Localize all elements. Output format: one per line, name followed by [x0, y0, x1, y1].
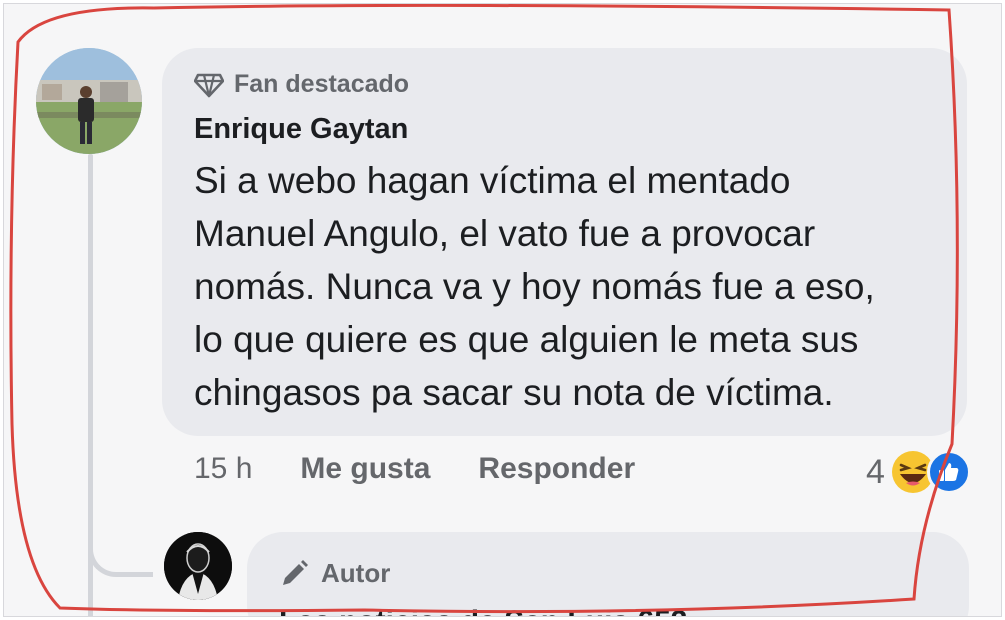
author-badge[interactable]: Autor	[279, 558, 937, 589]
comment-text-line: Manuel Angulo, el vato fue a provocar	[194, 213, 816, 254]
avatar-photo	[36, 48, 142, 154]
comment-text-line: nomás. Nunca va y hoy nomás fue a eso,	[194, 266, 875, 307]
comment-text: Si a webo hagan víctima el mentado Manue…	[194, 154, 954, 419]
reply-avatar[interactable]	[164, 532, 232, 600]
comment-author-name[interactable]: Enrique Gaytan	[194, 113, 935, 146]
reply-author-name[interactable]: Las noticias de San Luis 653	[279, 605, 937, 616]
badge-label: Fan destacado	[234, 70, 410, 98]
comment-text-line: chingasos pa sacar su nota de víctima.	[194, 372, 834, 413]
thumbs-up-glyph	[938, 463, 959, 481]
avatar[interactable]	[36, 48, 142, 154]
reply-avatar-image	[164, 532, 232, 600]
screenshot-frame: Fan destacado Enrique Gaytan Si a webo h…	[3, 3, 1002, 617]
like-button[interactable]: Me gusta	[300, 452, 430, 486]
reaction-count: 4	[866, 452, 885, 491]
comment-bubble: Fan destacado Enrique Gaytan Si a webo h…	[162, 48, 967, 436]
reply-bubble: Autor Las noticias de San Luis 653	[247, 532, 969, 616]
comment-timestamp[interactable]: 15 h	[194, 452, 252, 486]
pencil-icon	[283, 559, 308, 585]
reply-button[interactable]: Responder	[478, 452, 635, 486]
reactions-summary[interactable]: 4	[866, 450, 971, 494]
reply-badge-label: Autor	[321, 558, 391, 588]
reply-connector	[88, 524, 153, 577]
top-fan-badge[interactable]: Fan destacado	[194, 70, 935, 99]
comment-actions: 15 h Me gusta Responder	[194, 452, 683, 486]
comment-text-line: lo que quiere es que alguien le meta sus	[194, 319, 859, 360]
like-icon	[926, 450, 971, 494]
diamond-icon	[194, 73, 224, 97]
comment-text-line: Si a webo hagan víctima el mentado	[194, 160, 791, 201]
